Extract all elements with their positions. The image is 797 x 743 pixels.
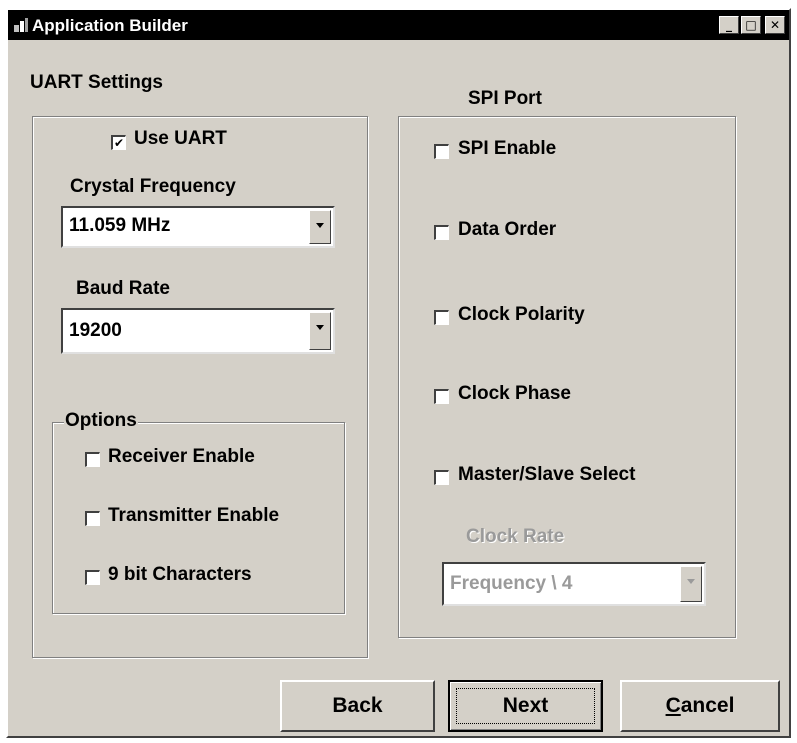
clock-rate-dropdown: Frequency \ 4	[442, 562, 706, 606]
clock-rate-label: Clock Rate	[466, 526, 565, 547]
close-icon: ✕	[769, 18, 781, 32]
crystal-frequency-label: Crystal Frequency	[70, 176, 236, 197]
transmitter-enable-label[interactable]: Transmitter Enable	[108, 505, 279, 527]
baud-rate-value: 19200	[69, 320, 122, 341]
baud-rate-label: Baud Rate	[76, 278, 170, 299]
data-order-label[interactable]: Data Order	[458, 219, 556, 241]
data-order-checkbox[interactable]	[434, 225, 449, 240]
spi-port-group	[398, 116, 736, 638]
crystal-frequency-dropdown[interactable]: 11.059 MHz	[61, 206, 335, 248]
close-button[interactable]: ✕	[765, 16, 785, 34]
use-uart-checkbox[interactable]: ✔	[111, 135, 126, 150]
chevron-down-icon[interactable]	[309, 210, 331, 244]
clock-phase-checkbox[interactable]	[434, 389, 449, 404]
nine-bit-characters-checkbox[interactable]	[85, 570, 100, 585]
back-button-label: Back	[332, 694, 383, 717]
spi-enable-checkbox[interactable]	[434, 144, 449, 159]
cancel-mnemonic: C	[665, 694, 681, 717]
focus-rectangle	[456, 688, 595, 724]
window-title: Application Builder	[32, 16, 188, 35]
baud-rate-dropdown[interactable]: 19200	[61, 308, 335, 354]
crystal-frequency-value: 11.059 MHz	[69, 215, 171, 236]
clock-rate-value: Frequency \ 4	[450, 573, 573, 594]
cancel-button-label: ancel	[680, 694, 735, 717]
clock-polarity-label[interactable]: Clock Polarity	[458, 304, 585, 326]
chevron-down-icon	[680, 566, 702, 602]
back-button[interactable]: Back	[280, 680, 435, 732]
options-title: Options	[64, 410, 138, 432]
maximize-icon: □	[745, 18, 757, 32]
maximize-button[interactable]: □	[741, 16, 761, 34]
spi-port-title: SPI Port	[468, 88, 542, 109]
clock-phase-label[interactable]: Clock Phase	[458, 383, 571, 405]
master-slave-select-checkbox[interactable]	[434, 470, 449, 485]
receiver-enable-label[interactable]: Receiver Enable	[108, 446, 255, 468]
next-button[interactable]: Next	[448, 680, 603, 732]
master-slave-select-label[interactable]: Master/Slave Select	[458, 464, 635, 486]
transmitter-enable-checkbox[interactable]	[85, 511, 100, 526]
chevron-down-icon[interactable]	[309, 312, 331, 350]
clock-polarity-checkbox[interactable]	[434, 310, 449, 325]
minimize-icon: _	[726, 18, 732, 32]
minimize-button[interactable]: _	[719, 16, 739, 34]
use-uart-label[interactable]: Use UART	[134, 128, 227, 150]
checkmark-icon: ✔	[113, 136, 125, 150]
cancel-button[interactable]: Cancel	[620, 680, 780, 732]
nine-bit-characters-label[interactable]: 9 bit Characters	[108, 564, 252, 586]
title-bar[interactable]: Application Builder _ □ ✕	[8, 10, 789, 40]
uart-settings-title: UART Settings	[30, 72, 163, 93]
application-builder-window: Application Builder _ □ ✕ UART Settings …	[6, 8, 791, 738]
receiver-enable-checkbox[interactable]	[85, 452, 100, 467]
app-builder-icon	[14, 18, 28, 32]
spi-enable-label[interactable]: SPI Enable	[458, 138, 556, 160]
